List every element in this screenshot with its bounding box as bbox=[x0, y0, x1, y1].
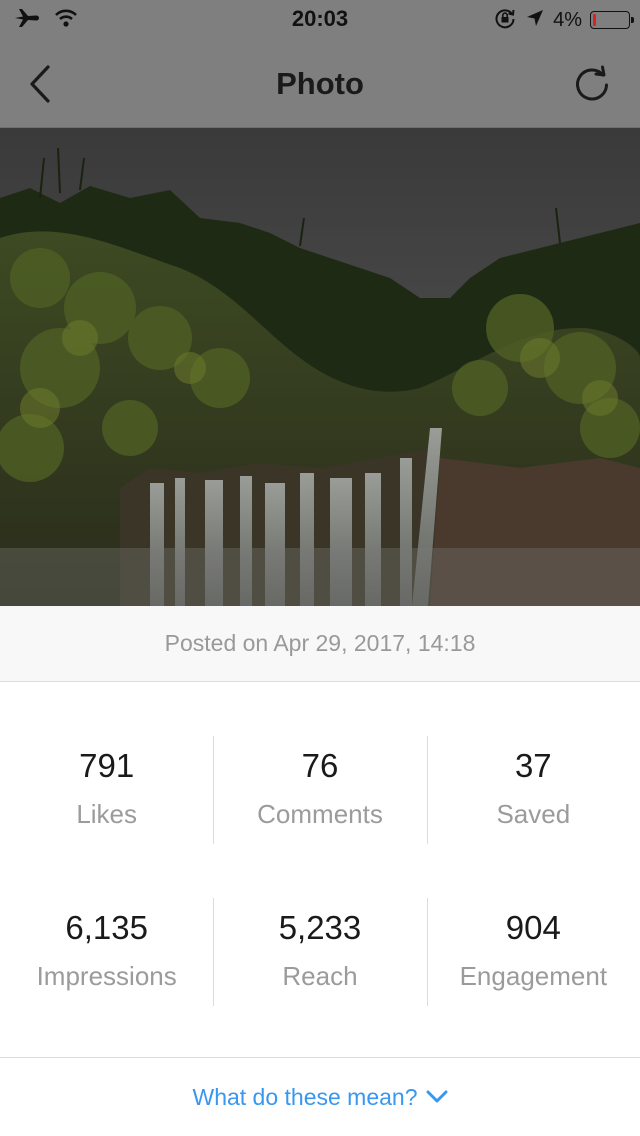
stat-label: Impressions bbox=[36, 961, 177, 991]
stat-label: Saved bbox=[496, 799, 571, 829]
stat-label: Reach bbox=[282, 961, 358, 991]
nav-bar: Photo bbox=[0, 40, 640, 128]
stat-value: 37 bbox=[514, 747, 552, 784]
posted-date-bar: Posted on Apr 29, 2017, 14:18 bbox=[0, 606, 640, 682]
stat-value: 791 bbox=[79, 747, 135, 784]
stat-value: 904 bbox=[505, 909, 561, 946]
stat-value: 76 bbox=[301, 747, 339, 784]
page-title: Photo bbox=[276, 66, 364, 101]
stat-label: Comments bbox=[257, 799, 383, 829]
location-arrow-icon bbox=[525, 8, 545, 33]
stat-value: 5,233 bbox=[278, 909, 362, 946]
battery-percent: 4% bbox=[553, 8, 582, 31]
stat-saved: 37 Saved bbox=[426, 736, 640, 844]
post-photo bbox=[0, 128, 640, 606]
chevron-down-icon bbox=[426, 1090, 448, 1103]
stat-reach: 5,233 Reach bbox=[213, 898, 426, 1006]
battery-icon bbox=[590, 11, 634, 29]
stat-label: Likes bbox=[76, 799, 138, 829]
top-bar: 20:03 4% Photo bbox=[0, 0, 640, 128]
rotation-lock-icon bbox=[493, 6, 517, 35]
refresh-icon bbox=[576, 65, 608, 101]
stats-row: 6,135 Impressions 5,233 Reach 904 Engage… bbox=[0, 898, 640, 1006]
insights-stats: 791 Likes 76 Comments 37 Saved 6,135 Imp… bbox=[0, 682, 640, 1058]
battery-level bbox=[593, 14, 596, 26]
stats-row: 791 Likes 76 Comments 37 Saved bbox=[0, 736, 640, 844]
waterfall-jungle-image bbox=[0, 128, 640, 606]
stat-label: Engagement bbox=[459, 961, 608, 991]
posted-date: Posted on Apr 29, 2017, 14:18 bbox=[164, 630, 476, 656]
help-link-text: What do these mean? bbox=[192, 1083, 418, 1110]
stat-engagement: 904 Engagement bbox=[426, 898, 640, 1006]
stat-impressions: 6,135 Impressions bbox=[0, 898, 213, 1006]
stat-likes: 791 Likes bbox=[0, 736, 213, 844]
status-right: 4% bbox=[493, 6, 634, 35]
stat-value: 6,135 bbox=[65, 909, 148, 946]
stat-comments: 76 Comments bbox=[213, 736, 426, 844]
what-do-these-mean-link[interactable]: What do these mean? bbox=[0, 1058, 640, 1136]
refresh-button[interactable] bbox=[570, 62, 614, 106]
status-bar: 20:03 4% bbox=[0, 0, 640, 40]
